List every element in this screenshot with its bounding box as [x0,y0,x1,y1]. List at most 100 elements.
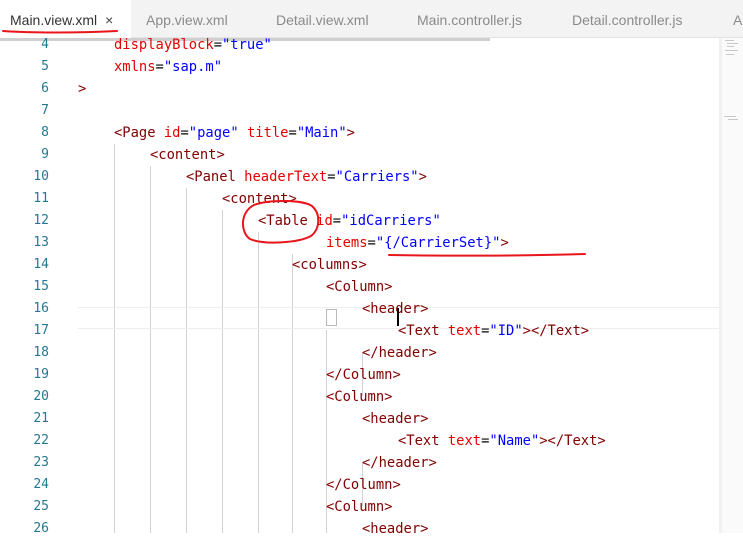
tag: ></Text> [522,323,590,339]
tab-label: Detail.controller.js [572,12,683,28]
line-number: 12 [33,213,49,228]
tab-label: Main.controller.js [417,12,523,28]
tab-label: A [733,12,743,28]
attribute-value: "idCarriers" [341,213,441,229]
attribute: id [316,213,333,229]
tag: <Column> [326,499,393,515]
tab-detail-view-xml[interactable]: Detail.view.xml [266,0,404,37]
code-line[interactable]: 23 </header> [0,452,722,474]
code-line[interactable]: 14 <columns> [0,254,722,276]
code-line[interactable]: 8 <Page id="page" title="Main"> [0,122,722,144]
attribute-value: "ID" [489,323,523,339]
tag: <content> [150,147,225,163]
code-line[interactable]: 15 <Column> [0,276,722,298]
tag: </header> [362,345,437,361]
line-number: 16 [33,301,49,316]
tab-main-view-xml[interactable]: Main.view.xml × [0,0,131,38]
attribute-value: "sap.m" [163,59,223,75]
line-number: 23 [33,455,49,470]
code-line[interactable]: 26 <header> [0,518,722,540]
code-line[interactable]: 17 <Text text="ID"></Text> [0,320,722,342]
code-line[interactable]: 7 [0,100,722,122]
attribute-value: "{/CarrierSet}" [375,235,501,251]
attribute: text [447,433,482,449]
attribute: displayBlock [114,37,214,53]
tag: > [500,235,509,251]
tag-close: > [78,81,87,97]
minimap-line [728,119,738,120]
minimap[interactable] [722,38,743,533]
code-line[interactable]: 12 <Table id="idCarriers" [0,210,722,232]
line-number: 26 [33,521,49,536]
line-number: 4 [41,37,49,52]
equals: = [213,37,222,53]
line-number: 22 [33,433,49,448]
line-number: 20 [33,389,49,404]
code-line[interactable]: 4 displayBlock="true" [0,34,722,56]
line-number: 9 [41,147,49,162]
attribute: title [246,125,289,141]
minimap-line [725,50,738,51]
code-line[interactable]: 11 <content> [0,188,722,210]
line-number: 17 [33,323,49,338]
attribute: id [163,125,181,141]
code-line[interactable]: 9 <content> [0,144,722,166]
tab-overflow[interactable]: A [723,0,743,37]
line-number: 7 [41,103,49,118]
tag: ></Text> [539,433,606,449]
tag: </Column> [326,477,401,493]
tag: <Text [398,323,440,339]
attribute-value: "Name" [489,433,540,449]
minimap-line [725,40,734,41]
code-line[interactable]: 13 items="{/CarrierSet}"> [0,232,722,254]
tag: <Page [114,125,156,141]
code-line[interactable]: 16 <header> [0,298,722,320]
code-line[interactable]: 6 > [0,78,722,100]
attribute: headerText [244,169,328,185]
tag: <Table [258,213,308,229]
code-line[interactable]: 18 </header> [0,342,722,364]
code-line[interactable]: 20 <Column> [0,386,722,408]
line-number: 15 [33,279,49,294]
line-number: 18 [33,345,49,360]
tag: </header> [362,455,437,471]
line-number: 25 [33,499,49,514]
tag: <Text [398,433,440,449]
text-cursor [397,308,399,326]
attribute: text [447,323,482,339]
code-line[interactable]: 22 <Text text="Name"></Text> [0,430,722,452]
tag: <Panel [186,169,236,185]
line-number: 10 [33,169,49,184]
code-line[interactable]: 25 <Column> [0,496,722,518]
code-line[interactable]: 21 <header> [0,408,722,430]
attribute-value: "Main" [296,125,347,141]
code-editor[interactable]: 4 displayBlock="true" 5 xmlns="sap.m" 6 … [0,34,722,537]
code-line[interactable]: 19 </Column> [0,364,722,386]
tag: <header> [362,301,429,317]
tab-detail-controller-js[interactable]: Detail.controller.js [562,0,722,37]
line-number: 21 [33,411,49,426]
tag: > [418,169,427,185]
attribute-value: "page" [188,125,239,141]
code-line[interactable]: 5 xmlns="sap.m" [0,56,722,78]
attribute-value: "true" [222,37,272,53]
code-line[interactable]: 10 <Panel headerText="Carriers"> [0,166,722,188]
attribute: xmlns [114,59,156,75]
tab-label: App.view.xml [146,12,228,28]
line-number: 14 [33,257,49,272]
line-number: 11 [33,191,49,206]
tag: > [384,279,393,295]
minimap-line [727,46,734,47]
editor-tab-bar: Main.view.xml × App.view.xml Detail.view.… [0,0,743,38]
tab-main-controller-js[interactable]: Main.controller.js [407,0,559,37]
line-number: 5 [41,59,49,74]
tag: > [346,125,355,141]
tag: <content> [222,191,297,207]
line-number: 8 [41,125,49,140]
attribute-value: "Carriers" [335,169,419,185]
code-line[interactable]: 24 </Column> [0,474,722,496]
tag: </Column> [326,367,401,383]
equals: = [155,59,164,75]
minimap-line [727,43,738,44]
tab-app-view-xml[interactable]: App.view.xml [136,0,264,37]
